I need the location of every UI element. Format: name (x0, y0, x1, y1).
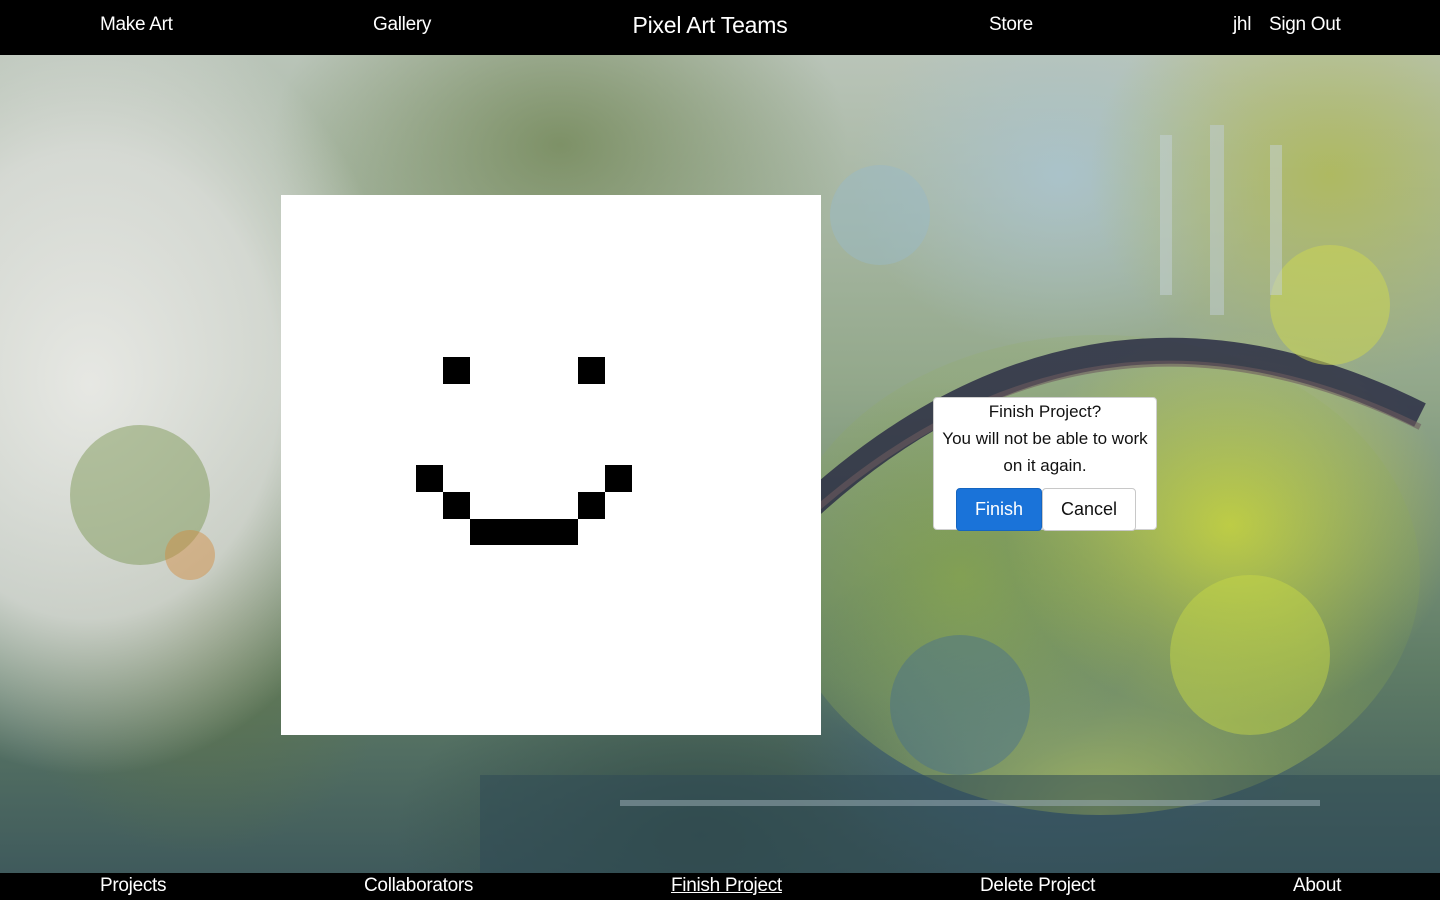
nav-collaborators-link[interactable]: Collaborators (364, 875, 473, 897)
pixel[interactable] (416, 465, 443, 492)
nav-finish-project-link[interactable]: Finish Project (671, 875, 782, 897)
nav-about-link[interactable]: About (1293, 875, 1341, 897)
brand-title: Pixel Art Teams (632, 12, 788, 38)
nav-store-link[interactable]: Store (989, 14, 1033, 36)
nav-make-art-link[interactable]: Make Art (100, 14, 173, 36)
pixel[interactable] (470, 519, 578, 545)
cancel-button[interactable]: Cancel (1042, 488, 1136, 531)
nav-sign-out-link[interactable]: Sign Out (1269, 14, 1341, 36)
pixel[interactable] (443, 492, 470, 519)
bottom-nav-bar: Projects Collaborators Finish Project De… (0, 873, 1440, 900)
finish-project-dialog: Finish Project? You will not be able to … (933, 397, 1157, 532)
nav-username-link[interactable]: jhl (1233, 14, 1251, 36)
nav-gallery-link[interactable]: Gallery (373, 14, 431, 36)
top-nav-bar: Make Art Gallery Pixel Art Teams Store j… (0, 0, 1440, 55)
pixel[interactable] (443, 357, 470, 384)
pixel[interactable] (578, 357, 605, 384)
finish-button[interactable]: Finish (956, 488, 1042, 531)
pixel-art-canvas[interactable] (281, 195, 821, 735)
dialog-message: You will not be able to work on it again… (942, 429, 1148, 475)
dialog-title: Finish Project? (988, 402, 1102, 421)
nav-delete-project-link[interactable]: Delete Project (980, 875, 1095, 897)
dialog-buttons: Finish Cancel (956, 488, 1136, 532)
pixel[interactable] (578, 492, 605, 519)
nav-projects-link[interactable]: Projects (100, 875, 167, 897)
pixel[interactable] (605, 465, 632, 492)
